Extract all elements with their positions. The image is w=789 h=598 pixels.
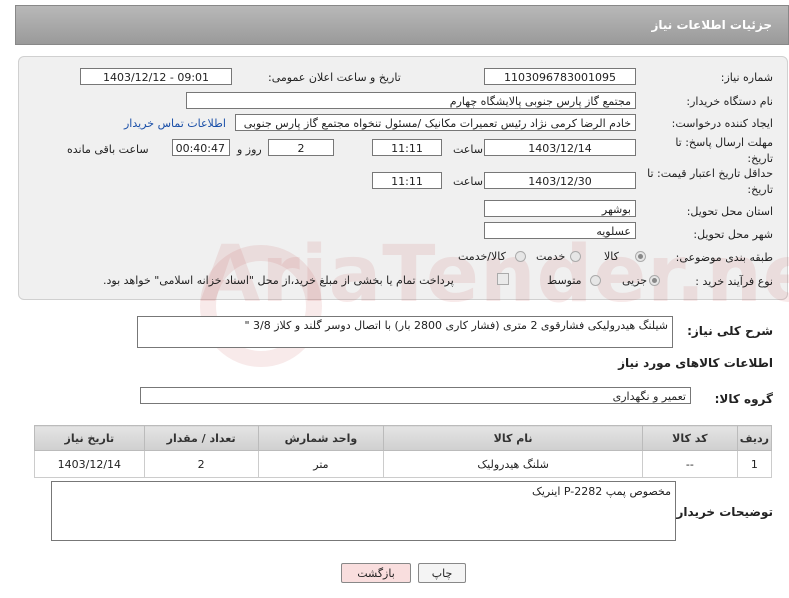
category-label: طبقه بندی موضوعی: [675, 251, 773, 264]
category-option-goods: کالا [604, 250, 619, 263]
back-button[interactable]: بازگشت [341, 563, 411, 583]
buyer-org-label: نام دستگاه خریدار: [686, 95, 773, 108]
validity-time-label: ساعت [453, 175, 483, 188]
deadline-label: مهلت ارسال پاسخ: تا تاریخ: [675, 136, 773, 165]
remaining-time-field: 00:40:47 [172, 139, 230, 156]
buyer-notes-label: توضیحات خریدار: [671, 505, 773, 519]
goods-table: ردیف کد کالا نام کالا واحد شمارش تعداد /… [34, 425, 773, 478]
validity-date-field: 1403/12/30 [484, 172, 636, 189]
page-title: جزئیات اطلاعات نیاز [651, 18, 772, 32]
col-unit: واحد شمارش [257, 425, 385, 451]
deadline-date-field: 1403/12/14 [484, 139, 636, 156]
buyer-contact-link[interactable]: اطلاعات تماس خریدار [124, 117, 226, 130]
col-need-date: تاریخ نیاز [34, 425, 145, 451]
col-row: ردیف [736, 425, 773, 451]
days-label: روز و [237, 143, 262, 156]
col-quantity: تعداد / مقدار [143, 425, 259, 451]
buyer-org-field: مجتمع گاز پارس جنوبی پالایشگاه چهارم [186, 92, 636, 109]
purchase-option-minor: جزیی [622, 274, 648, 287]
payment-note: پرداخت تمام یا بخشی از مبلغ خرید،از محل … [103, 274, 454, 287]
requester-label: ایجاد کننده درخواست: [671, 117, 773, 130]
category-option-goods-service: کالا/خدمت [458, 250, 506, 263]
deadline-time-field: 11:11 [372, 139, 442, 156]
treasury-checkbox[interactable] [497, 273, 509, 285]
goods-group-label: گروه کالا: [714, 392, 773, 406]
city-label: شهر محل تحویل: [693, 228, 773, 241]
cell-quantity: 2 [143, 450, 259, 478]
need-number-field: 1103096783001095 [484, 68, 636, 85]
buyer-notes-field: مخصوص پمپ P-2282 اینریک [51, 481, 676, 541]
remaining-label: ساعت باقی مانده [67, 143, 149, 156]
goods-table-header: ردیف کد کالا نام کالا واحد شمارش تعداد /… [34, 425, 773, 451]
validity-time-field: 11:11 [372, 172, 442, 189]
cell-name: شلنگ هیدرولیک [383, 450, 643, 478]
cell-row: 1 [736, 450, 773, 478]
cell-code: -- [641, 450, 738, 478]
category-radio-goods[interactable] [635, 251, 646, 262]
deadline-time-label: ساعت [453, 143, 483, 156]
cell-unit: متر [257, 450, 385, 478]
days-field: 2 [268, 139, 334, 156]
print-button[interactable]: چاپ [418, 563, 466, 583]
category-radio-goods-service[interactable] [515, 251, 526, 262]
page-header: جزئیات اطلاعات نیاز [15, 5, 789, 45]
purchase-radio-minor[interactable] [649, 275, 660, 286]
purchase-type-label: نوع فرآیند خرید : [695, 275, 773, 288]
goods-section-title: اطلاعات کالاهای مورد نیاز [618, 356, 773, 370]
col-code: کد کالا [641, 425, 738, 451]
description-label: شرح کلی نیاز: [687, 324, 773, 338]
announce-field: 1403/12/12 - 09:01 [80, 68, 232, 85]
province-label: استان محل تحویل: [686, 205, 773, 218]
table-row: 1 -- شلنگ هیدرولیک متر 2 1403/12/14 [34, 450, 773, 478]
goods-group-field: تعمیر و نگهداری [140, 387, 691, 404]
city-field: عسلویه [484, 222, 636, 239]
requester-field: خادم الرضا کرمی نژاد رئیس تعمیرات مکانیک… [235, 114, 636, 131]
purchase-option-medium: متوسط [547, 274, 582, 287]
need-number-label: شماره نیاز: [720, 71, 773, 84]
category-option-service: خدمت [536, 250, 566, 263]
category-radio-service[interactable] [570, 251, 581, 262]
validity-label: حداقل تاریخ اعتبار قیمت: تا تاریخ: [647, 167, 773, 196]
announce-label: تاریخ و ساعت اعلان عمومی: [268, 71, 401, 84]
description-field: شیلنگ هیدرولیکی فشارقوی 2 متری (فشار کار… [137, 316, 673, 348]
cell-need-date: 1403/12/14 [34, 450, 145, 478]
province-field: بوشهر [484, 200, 636, 217]
col-name: نام کالا [383, 425, 643, 451]
purchase-radio-medium[interactable] [590, 275, 601, 286]
